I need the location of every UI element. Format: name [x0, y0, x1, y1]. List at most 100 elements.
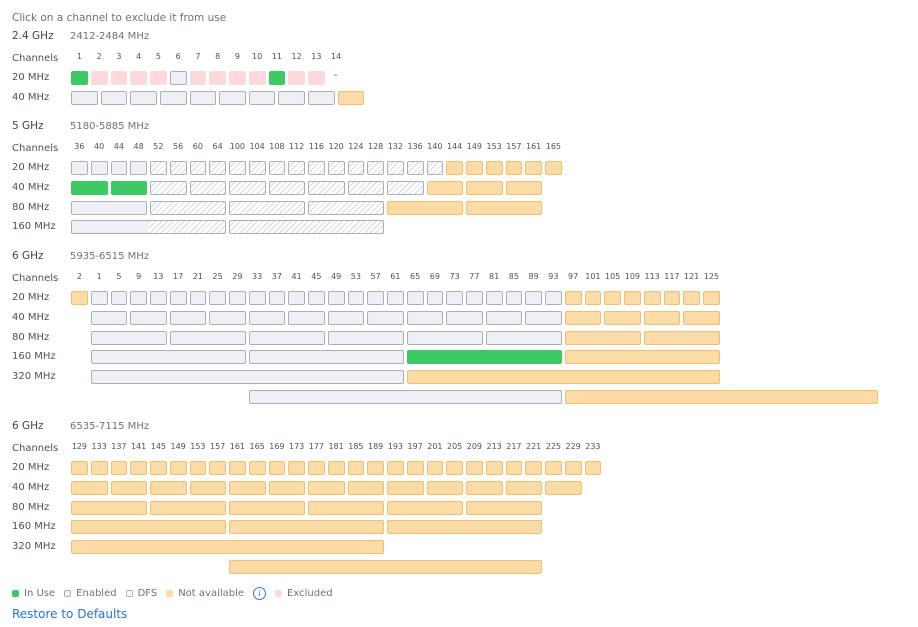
channel-cell-enabled[interactable]: [71, 161, 88, 175]
channel-cell-enabled[interactable]: [485, 291, 503, 305]
channel-cell-enabled[interactable]: [406, 310, 444, 325]
channel-cell-partial[interactable]: [71, 220, 226, 235]
channel-cell-enabled[interactable]: [288, 291, 305, 305]
channel-cell-enabled[interactable]: [406, 330, 483, 345]
channel-cell-enabled[interactable]: [110, 161, 128, 175]
channel-cell-enabled[interactable]: [90, 310, 128, 325]
channel-cell-enabled[interactable]: [248, 350, 404, 365]
channel-cell-enabled[interactable]: [327, 330, 404, 345]
channel-cell-enabled[interactable]: [189, 291, 207, 305]
channel-cell-dfs[interactable]: [169, 161, 187, 175]
channel-cell-enabled[interactable]: [525, 291, 542, 305]
channel-cell-enabled[interactable]: [189, 90, 217, 105]
channel-cell-enabled[interactable]: [90, 161, 108, 175]
channel-cell-dfs[interactable]: [150, 180, 187, 195]
channel-cell-enabled[interactable]: [545, 291, 562, 305]
channel-cell-enabled[interactable]: [485, 330, 562, 345]
channel-cell-dfs[interactable]: [229, 200, 305, 215]
channel-cell-dfs[interactable]: [426, 161, 444, 175]
channel-cell-in-use[interactable]: [110, 180, 147, 195]
channel-cell-dfs[interactable]: [189, 180, 226, 195]
channel-cell-enabled[interactable]: [130, 161, 147, 175]
channel-cell-excluded[interactable]: [110, 71, 128, 85]
channel-cell-enabled[interactable]: [426, 291, 444, 305]
channel-cell-enabled[interactable]: [209, 310, 246, 325]
channel-cell-enabled[interactable]: [169, 310, 207, 325]
channel-cell-enabled[interactable]: [387, 291, 404, 305]
restore-defaults-link[interactable]: Restore to Defaults: [12, 607, 127, 621]
channel-cell-dfs[interactable]: [229, 220, 384, 235]
channel-cell-enabled[interactable]: [248, 390, 562, 404]
channel-cell-dfs[interactable]: [327, 161, 345, 175]
channel-cell-excluded[interactable]: [189, 71, 207, 85]
channel-cell-enabled[interactable]: [406, 291, 424, 305]
channel-cell-enabled[interactable]: [308, 90, 335, 105]
channel-cell-excluded[interactable]: [248, 71, 266, 85]
channel-cell-enabled[interactable]: [288, 310, 325, 325]
channel-cell-enabled[interactable]: [159, 90, 187, 105]
channel-cell-dfs[interactable]: [406, 161, 424, 175]
channel-cell-dfs[interactable]: [248, 161, 266, 175]
channel-cell-dfs[interactable]: [308, 180, 345, 195]
channel-cell-enabled[interactable]: [130, 291, 147, 305]
channel-cell-enabled[interactable]: [71, 200, 147, 215]
channel-cell-enabled[interactable]: [327, 310, 365, 325]
channel-cell-excluded[interactable]: [288, 71, 305, 85]
channel-cell-enabled[interactable]: [90, 330, 167, 345]
channel-cell-enabled[interactable]: [278, 90, 305, 105]
channel-cell-enabled[interactable]: [130, 90, 157, 105]
channel-cell-enabled[interactable]: [446, 291, 463, 305]
channel-cell-dfs[interactable]: [268, 180, 305, 195]
channel-cell-dfs[interactable]: [387, 180, 424, 195]
channel-cell-enabled[interactable]: [248, 310, 286, 325]
channel-cell-enabled[interactable]: [308, 291, 325, 305]
channel-cell-enabled[interactable]: [219, 90, 246, 105]
channel-cell-in-use[interactable]: [268, 71, 286, 85]
channel-cell-enabled[interactable]: [110, 291, 128, 305]
channel-cell-enabled[interactable]: [209, 291, 226, 305]
channel-cell-enabled[interactable]: [327, 291, 345, 305]
channel-cell-dfs[interactable]: [387, 161, 404, 175]
channel-cell-enabled[interactable]: [466, 291, 483, 305]
channel-cell-excluded[interactable]: [150, 71, 167, 85]
channel-cell-dfs[interactable]: [229, 161, 246, 175]
channel-cell-enabled[interactable]: [229, 291, 246, 305]
channel-cell-excluded[interactable]: [229, 71, 246, 85]
channel-cell-enabled[interactable]: [90, 350, 246, 365]
channel-cell-dfs[interactable]: [268, 161, 286, 175]
channel-cell-enabled[interactable]: [90, 291, 108, 305]
channel-cell-enabled[interactable]: [100, 90, 128, 105]
channel-cell-dfs[interactable]: [150, 161, 167, 175]
channel-cell-enabled[interactable]: [150, 291, 167, 305]
channel-cell-dfs[interactable]: [288, 161, 305, 175]
channel-cell-enabled[interactable]: [248, 330, 325, 345]
channel-cell-enabled[interactable]: [367, 291, 384, 305]
channel-cell-dfs[interactable]: [308, 161, 325, 175]
channel-cell-in-use[interactable]: [71, 180, 108, 195]
channel-cell-enabled[interactable]: [248, 90, 276, 105]
channel-cell-excluded[interactable]: [308, 71, 325, 85]
channel-cell-enabled[interactable]: [268, 291, 286, 305]
channel-cell-enabled[interactable]: [90, 370, 404, 385]
channel-cell-dfs[interactable]: [229, 180, 266, 195]
channel-cell-enabled[interactable]: [130, 310, 167, 325]
channel-cell-dfs[interactable]: [367, 161, 384, 175]
channel-cell-dfs[interactable]: [209, 161, 226, 175]
channel-cell-dfs[interactable]: [150, 200, 226, 215]
channel-cell-dfs[interactable]: [347, 161, 365, 175]
info-icon[interactable]: i: [253, 587, 267, 600]
channel-cell-dfs[interactable]: [308, 200, 384, 215]
channel-cell-enabled[interactable]: [367, 310, 404, 325]
channel-cell-dfs[interactable]: [189, 161, 207, 175]
channel-cell-enabled[interactable]: [71, 90, 98, 105]
channel-cell-enabled[interactable]: [169, 71, 187, 85]
channel-cell-enabled[interactable]: [446, 310, 483, 325]
channel-cell-excluded[interactable]: [209, 71, 226, 85]
channel-cell-enabled[interactable]: [347, 291, 365, 305]
channel-cell-enabled[interactable]: [169, 330, 246, 345]
channel-cell-in-use[interactable]: [406, 350, 562, 365]
channel-cell-dfs[interactable]: [347, 180, 384, 195]
channel-cell-excluded[interactable]: [90, 71, 108, 85]
channel-cell-enabled[interactable]: [169, 291, 187, 305]
channel-cell-enabled[interactable]: [248, 291, 266, 305]
